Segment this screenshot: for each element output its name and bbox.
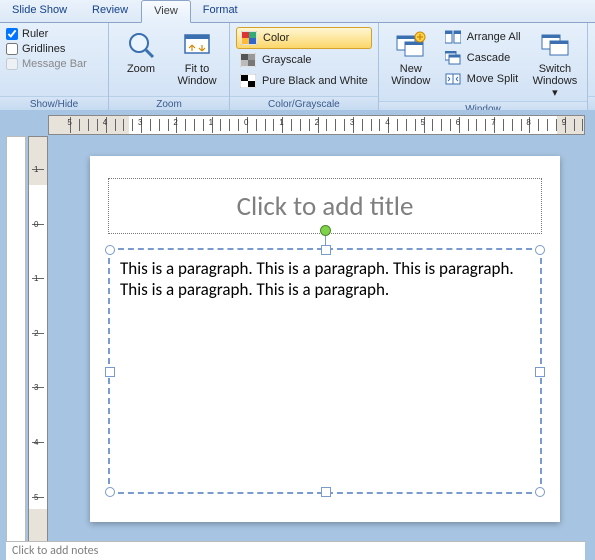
group-zoom: Zoom Fit to Window Zoom (109, 23, 230, 111)
move-split-icon (445, 71, 461, 87)
cascade-icon (445, 50, 461, 66)
resize-handle-e[interactable] (535, 367, 545, 377)
body-text[interactable]: This is a paragraph. This is a paragraph… (110, 250, 540, 309)
group-label-showhide: Show/Hide (0, 96, 108, 111)
new-window-label: New Window (391, 63, 430, 87)
group-window: New Window Arrange All Cascade Move Spli… (379, 23, 588, 111)
zoom-icon (125, 29, 157, 61)
color-button[interactable]: Color (236, 27, 372, 49)
resize-handle-nw[interactable] (105, 245, 115, 255)
group-label-colorgray: Color/Grayscale (230, 96, 378, 111)
cascade-label: Cascade (467, 52, 510, 64)
group-label-zoom: Zoom (109, 96, 229, 111)
move-split-button[interactable]: Move Split (441, 69, 525, 89)
tab-format[interactable]: Format (191, 0, 251, 22)
new-window-icon (395, 29, 427, 61)
pure-bw-icon (240, 73, 256, 89)
grayscale-button[interactable]: Grayscale (236, 50, 372, 70)
notes-pane[interactable]: Click to add notes (6, 541, 585, 560)
fit-window-button[interactable]: Fit to Window (171, 27, 223, 96)
fit-window-icon (181, 29, 213, 61)
tab-view[interactable]: View (141, 0, 191, 23)
grayscale-label: Grayscale (262, 54, 312, 66)
cascade-button[interactable]: Cascade (441, 48, 525, 68)
content-placeholder[interactable]: This is a paragraph. This is a paragraph… (108, 248, 542, 494)
ribbon-tabs: Slide Show Review View Format (0, 0, 595, 23)
gridlines-checkbox[interactable]: Gridlines (6, 42, 87, 56)
switch-windows-button[interactable]: Switch Windows ▾ (529, 27, 582, 101)
ribbon: Ruler Gridlines Message Bar Show/Hide Zo… (0, 23, 595, 112)
resize-handle-w[interactable] (105, 367, 115, 377)
pure-bw-label: Pure Black and White (262, 75, 368, 87)
switch-windows-label: Switch Windows ▾ (533, 63, 578, 99)
arrange-all-icon (445, 29, 461, 45)
arrange-all-button[interactable]: Arrange All (441, 27, 525, 47)
group-macros: Mac Ma (588, 23, 595, 111)
gridlines-label: Gridlines (22, 43, 65, 55)
grayscale-icon (240, 52, 256, 68)
zoom-label: Zoom (127, 63, 155, 75)
arrange-all-label: Arrange All (467, 31, 521, 43)
messagebar-label: Message Bar (22, 58, 87, 70)
pure-bw-button[interactable]: Pure Black and White (236, 71, 372, 91)
color-label: Color (263, 32, 289, 44)
switch-windows-icon (539, 29, 571, 61)
chevron-down-icon: ▾ (552, 87, 558, 99)
ruler-label: Ruler (22, 28, 48, 40)
resize-handle-ne[interactable] (535, 245, 545, 255)
group-colorgrayscale: Color Grayscale Pure Black and White Col… (230, 23, 379, 111)
messagebar-checkbox: Message Bar (6, 57, 87, 71)
zoom-button[interactable]: Zoom (115, 27, 167, 96)
resize-handle-s[interactable] (321, 487, 331, 497)
move-split-label: Move Split (467, 73, 518, 85)
rotation-handle[interactable] (320, 225, 331, 236)
tab-review[interactable]: Review (80, 0, 141, 22)
new-window-button[interactable]: New Window (385, 27, 437, 101)
resize-handle-n[interactable] (321, 245, 331, 255)
editor-workspace: 543210123456789 1012345 Click to add tit… (0, 110, 595, 560)
resize-handle-sw[interactable] (105, 487, 115, 497)
fit-window-label: Fit to Window (177, 63, 216, 87)
resize-handle-se[interactable] (535, 487, 545, 497)
group-showhide: Ruler Gridlines Message Bar Show/Hide (0, 23, 109, 111)
color-icon (241, 30, 257, 46)
ruler-checkbox[interactable]: Ruler (6, 27, 87, 41)
tab-slideshow[interactable]: Slide Show (0, 0, 80, 22)
horizontal-ruler[interactable]: 543210123456789 (48, 115, 585, 135)
slide-canvas[interactable]: Click to add title This is a paragraph. … (90, 156, 560, 522)
group-label-macros: Ma (588, 96, 595, 111)
vertical-ruler[interactable]: 1012345 (28, 136, 48, 542)
outline-pane[interactable] (6, 136, 26, 542)
